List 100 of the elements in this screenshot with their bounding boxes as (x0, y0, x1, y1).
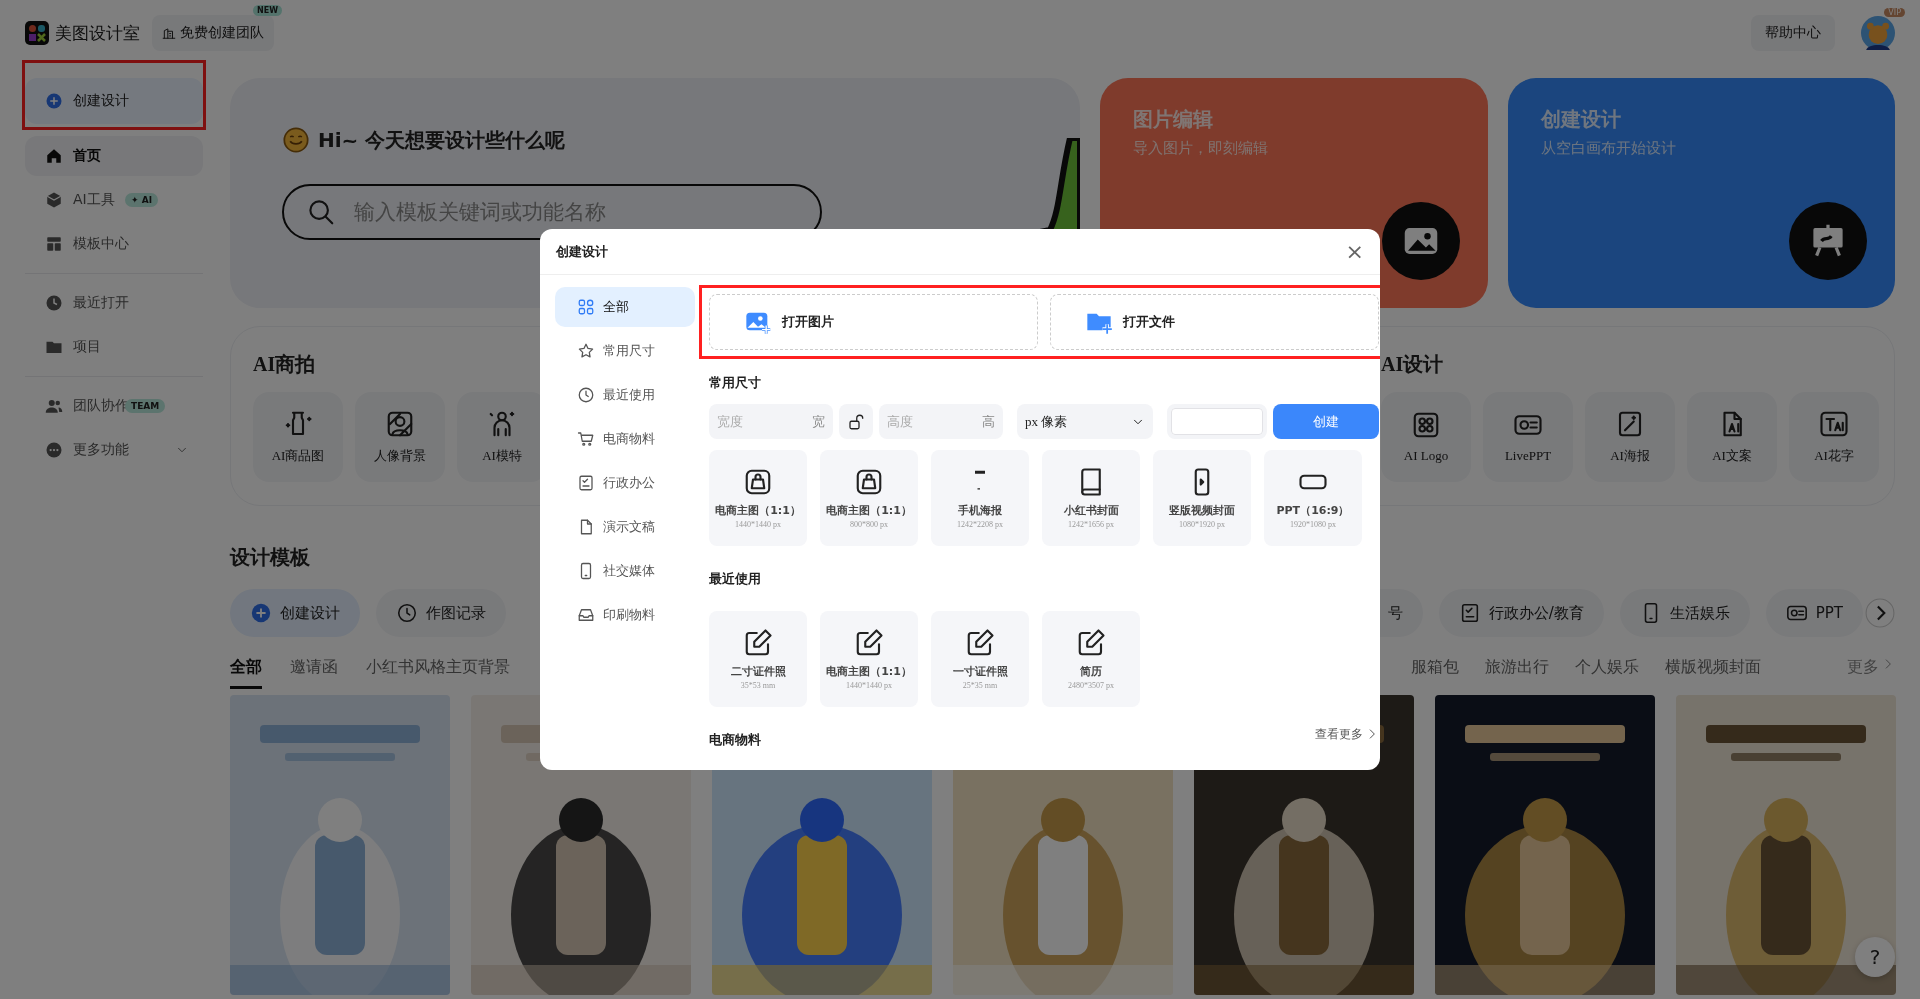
category-tab[interactable]: 小红书风格主页背景 (366, 657, 510, 689)
people-icon (45, 397, 63, 415)
tool-button[interactable]: 人像背景 (355, 392, 445, 482)
unit-dropdown[interactable]: px 像素 (1017, 404, 1153, 439)
greeting-text: Hi~ 今天想要设计些什么呢 (318, 126, 566, 154)
size-card[interactable]: PPT（16:9） 1920*1080 px (1264, 450, 1362, 546)
recent-card[interactable]: 一寸证件照 25*35 mm (931, 611, 1029, 707)
size-card[interactable]: 电商主图（1:1） 1440*1440 px (709, 450, 807, 546)
unit-label: 高 (982, 413, 995, 431)
create-design-button[interactable]: 创建设计 (25, 78, 203, 124)
section-title: 电商物料 (709, 731, 761, 749)
edit-icon (854, 628, 884, 658)
category-tab[interactable]: 邀请函 (290, 657, 338, 689)
lock-icon (847, 412, 865, 431)
sidebar-item[interactable]: 更多功能 (25, 430, 203, 470)
category-button[interactable]: 创建设计 (230, 589, 360, 637)
size-card[interactable]: 竖版视频封面 1080*1920 px (1153, 450, 1251, 546)
section-title: AI商拍 (253, 352, 316, 377)
create-team-button[interactable]: 免费创建团队 (152, 15, 274, 51)
tool-button[interactable]: LivePPT (1483, 392, 1573, 482)
category-tab[interactable]: 旅游出行 (1485, 657, 1549, 689)
plus-icon (45, 92, 63, 110)
section-title: 最近使用 (709, 570, 761, 588)
size-card[interactable]: 手机海报 1242*2208 px (931, 450, 1029, 546)
close-button[interactable]: × (1345, 240, 1364, 263)
tool-button[interactable]: AI Logo (1381, 392, 1471, 482)
dialog-nav-item[interactable]: 行政办公 (555, 463, 695, 503)
size-card[interactable]: 电商主图（1:1） 800*800 px (820, 450, 918, 546)
tool-button[interactable]: AI商品图 (253, 392, 343, 482)
sidebar-item[interactable]: 项目 (25, 327, 203, 367)
dialog-nav-item[interactable]: 全部 (555, 287, 695, 327)
sidebar-item[interactable]: 最近打开 (25, 283, 203, 323)
layout-icon (45, 235, 63, 253)
open-button[interactable]: 打开文件 (1050, 294, 1379, 350)
recent-card[interactable]: 二寸证件照 35*53 mm (709, 611, 807, 707)
dialog-nav-item[interactable]: 印刷物料 (555, 595, 695, 635)
clock-icon (396, 602, 418, 624)
input-field[interactable] (1167, 404, 1267, 439)
tool-button[interactable]: AI花字 (1789, 392, 1879, 482)
category-button[interactable]: 行政办公/教育 (1438, 589, 1604, 637)
tray-icon (577, 606, 595, 624)
category-tab[interactable]: 服箱包 (1411, 657, 1459, 689)
avatar[interactable] (1861, 16, 1895, 50)
recent-card[interactable]: 简历 2480*3507 px (1042, 611, 1140, 707)
easel-icon (1789, 202, 1867, 280)
dialog-nav-item[interactable]: 社交媒体 (555, 551, 695, 591)
open-button[interactable]: 打开图片 (709, 294, 1038, 350)
card-subtitle: 从空白画布开始设计 (1540, 139, 1677, 158)
edit-icon (965, 628, 995, 658)
card-title: 创建设计 (1540, 106, 1622, 133)
new-badge: NEW (253, 5, 282, 16)
category-tab[interactable]: 个人娱乐 (1575, 657, 1639, 689)
logo-icon (25, 21, 49, 45)
dialog-nav-item[interactable]: 最近使用 (555, 375, 695, 415)
dialog-nav-item[interactable]: 常用尺寸 (555, 331, 695, 371)
category-button[interactable]: 作图记录 (376, 589, 506, 637)
tool-button[interactable]: AI文案 (1687, 392, 1777, 482)
clock-icon (45, 294, 63, 312)
dialog-nav-item[interactable]: 电商物料 (555, 419, 695, 459)
sidebar-badge: ✦ AI (125, 193, 158, 207)
cube-icon (45, 191, 63, 209)
brand-name: 美图设计室 (55, 21, 140, 45)
sidebar-badge: TEAM (125, 399, 166, 413)
building-icon (162, 26, 176, 40)
help-center-button[interactable]: 帮助中心 (1751, 15, 1835, 51)
section-title: 常用尺寸 (709, 374, 761, 392)
section-title: AI设计 (1381, 352, 1444, 377)
person-icon (487, 409, 517, 439)
cart-icon (577, 430, 595, 448)
size-card[interactable]: 小红书封面 1242*1656 px (1042, 450, 1140, 546)
card-title: 图片编辑 (1133, 106, 1214, 133)
portrait-icon (385, 409, 415, 439)
more-icon (45, 441, 63, 459)
checklist-icon (577, 474, 595, 492)
dialog-title: 创建设计 (556, 242, 608, 261)
lock-button[interactable] (839, 404, 873, 439)
smiley-icon (282, 126, 310, 154)
sidebar-item[interactable]: 模板中心 (25, 224, 203, 264)
create-button[interactable]: 创建 (1273, 404, 1379, 439)
category-tab[interactable]: 全部 (230, 657, 262, 689)
category-button[interactable]: 生活娱乐 (1619, 589, 1750, 637)
grid-icon (577, 298, 595, 316)
plus-icon (250, 602, 272, 624)
category-button[interactable]: PPT (1765, 589, 1863, 637)
next-arrow-button[interactable] (1865, 598, 1895, 628)
tool-button[interactable]: AI海报 (1585, 392, 1675, 482)
shopping-bag-icon (854, 467, 884, 497)
category-tab[interactable]: 横版视频封面 (1665, 657, 1761, 689)
shopping-bag-icon (743, 467, 773, 497)
see-more-link[interactable]: 查看更多 (1315, 725, 1379, 743)
circles-grid-icon (1411, 410, 1441, 440)
card-subtitle: 导入图片，即刻编辑 (1133, 139, 1269, 158)
recent-card[interactable]: 电商主图（1:1） 1440*1440 px (820, 611, 918, 707)
unit-label: 宽 (812, 413, 825, 431)
sidebar-item[interactable]: 首页 (25, 136, 203, 176)
home-icon (45, 147, 63, 165)
section-title: 设计模板 (230, 544, 310, 571)
text-icon (1819, 409, 1849, 439)
dialog-nav-item[interactable]: 演示文稿 (555, 507, 695, 547)
more-link[interactable]: 更多 (1847, 657, 1895, 689)
